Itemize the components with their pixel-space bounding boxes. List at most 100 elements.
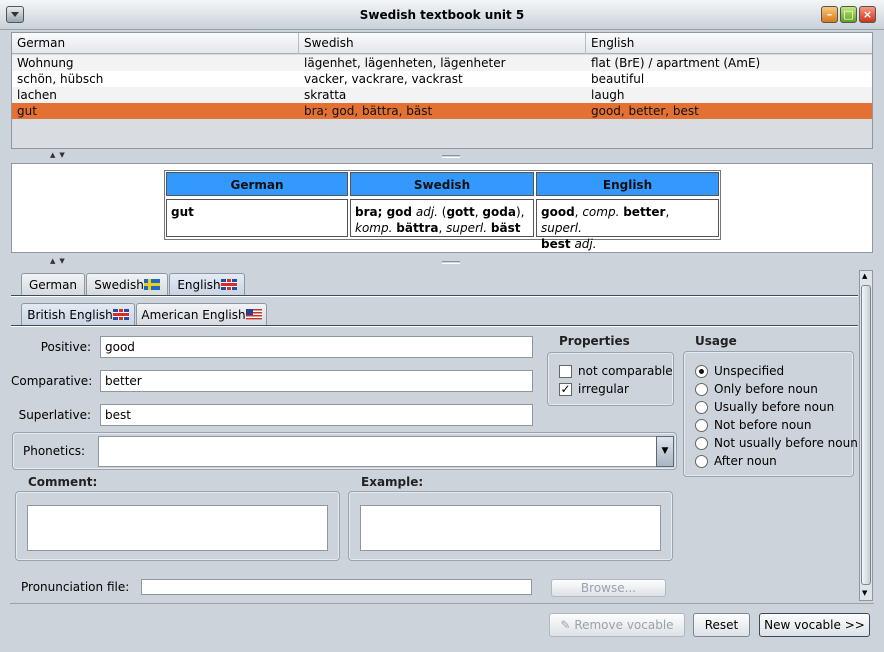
scroll-up-icon[interactable]: ▲ bbox=[862, 272, 867, 281]
cell-english: good, better, best bbox=[591, 104, 699, 118]
phonetics-combo[interactable] bbox=[98, 436, 657, 467]
scrollbar-thumb[interactable] bbox=[861, 285, 871, 585]
irregular-label: irregular bbox=[578, 382, 629, 396]
not-comparable-label: not comparable bbox=[578, 364, 673, 378]
cell-swedish: lägenhet, lägenheten, lägenheter bbox=[304, 56, 506, 70]
splitter-arrows-icon[interactable]: ▲▼ bbox=[50, 151, 69, 159]
minimize-button[interactable]: – bbox=[821, 6, 838, 23]
english-comparative: better bbox=[623, 205, 666, 219]
cell-german: Wohnung bbox=[17, 56, 74, 70]
splitter-bottom[interactable]: ▲▼ bbox=[10, 257, 874, 267]
superlative-field[interactable]: best bbox=[100, 404, 533, 426]
column-header-swedish[interactable]: Swedish bbox=[299, 33, 586, 54]
irregular-checkbox[interactable]: ✓ bbox=[559, 383, 572, 396]
uk-flag-icon bbox=[220, 279, 237, 290]
pronunciation-field[interactable] bbox=[141, 579, 532, 595]
window-menu-button[interactable] bbox=[6, 6, 24, 23]
usage-option-label: Usually before noun bbox=[714, 400, 835, 414]
usage-title: Usage bbox=[695, 334, 737, 348]
uk-flag-icon bbox=[112, 309, 129, 320]
remove-vocable-button[interactable]: ✎ Remove vocable bbox=[549, 613, 685, 637]
pos-label: adj. bbox=[415, 205, 438, 219]
phonetics-label: Phonetics: bbox=[23, 444, 86, 458]
positive-field[interactable]: good bbox=[100, 336, 533, 358]
vocabulary-table: German Swedish English Wohnung lägenhet,… bbox=[11, 32, 873, 149]
usage-radio-usually-before-noun[interactable] bbox=[695, 401, 708, 414]
table-row[interactable]: lachen skratta laugh bbox=[12, 87, 872, 103]
english-positive: good bbox=[541, 205, 575, 219]
vertical-scrollbar[interactable]: ▲ ▼ bbox=[859, 270, 873, 601]
tab-label: English bbox=[177, 278, 221, 292]
usage-radio-not-usually-before-noun[interactable] bbox=[695, 437, 708, 450]
usage-radio-only-before-noun[interactable] bbox=[695, 383, 708, 396]
close-button[interactable]: × bbox=[859, 6, 876, 23]
chevron-down-icon bbox=[11, 12, 19, 17]
properties-group bbox=[547, 352, 674, 406]
close-icon: × bbox=[862, 8, 873, 21]
usage-radio-unspecified[interactable] bbox=[695, 365, 708, 378]
comment-label: Comment: bbox=[28, 475, 98, 489]
cell-english: beautiful bbox=[591, 72, 645, 86]
eraser-icon: ✎ bbox=[560, 618, 571, 632]
preview-header-english: English bbox=[536, 172, 719, 196]
cell-german: gut bbox=[17, 104, 37, 118]
splitter-arrows-icon[interactable]: ▲▼ bbox=[50, 257, 69, 265]
swedish-base: bra; god bbox=[355, 205, 413, 219]
table-row[interactable]: Wohnung lägenhet, lägenheten, lägenheter… bbox=[12, 55, 872, 71]
bottom-divider bbox=[10, 603, 874, 604]
scroll-down-icon[interactable]: ▼ bbox=[862, 589, 867, 598]
pos-label: adj. bbox=[574, 237, 597, 251]
comment-textarea[interactable] bbox=[27, 505, 328, 551]
splitter-top[interactable]: ▲▼ bbox=[10, 151, 874, 161]
usage-option-label: Only before noun bbox=[714, 382, 818, 396]
us-flag-icon bbox=[245, 309, 262, 320]
pronunciation-label: Pronunciation file: bbox=[21, 580, 130, 594]
tab-english[interactable]: English bbox=[169, 273, 245, 296]
swedish-superlative: bäst bbox=[490, 221, 521, 235]
comp-label: comp. bbox=[582, 205, 620, 219]
browse-button[interactable]: Browse... bbox=[551, 579, 666, 597]
phonetics-dropdown-button[interactable]: ▼ bbox=[656, 436, 674, 467]
preview-cell-german: gut bbox=[166, 199, 348, 237]
example-label: Example: bbox=[361, 475, 424, 489]
preview-header-swedish: Swedish bbox=[350, 172, 534, 196]
properties-title: Properties bbox=[559, 334, 630, 348]
preview-header-german: German bbox=[166, 172, 348, 196]
tab-label: British English bbox=[27, 308, 113, 322]
reset-button[interactable]: Reset bbox=[693, 613, 750, 637]
tab-label: German bbox=[28, 278, 78, 292]
new-vocable-button[interactable]: New vocable >> bbox=[759, 613, 870, 637]
button-label: Remove vocable bbox=[574, 618, 674, 632]
usage-radio-after-noun[interactable] bbox=[695, 455, 708, 468]
usage-option-label: Not usually before noun bbox=[714, 436, 858, 450]
table-row[interactable]: schön, hübsch vacker, vackrare, vackrast… bbox=[12, 71, 872, 87]
cell-german: lachen bbox=[17, 88, 57, 102]
usage-option-label: Unspecified bbox=[714, 364, 785, 378]
komp-label: komp. bbox=[355, 221, 393, 235]
not-comparable-checkbox[interactable] bbox=[559, 365, 572, 378]
tab-british-english[interactable]: British English bbox=[21, 303, 135, 326]
tab-divider bbox=[11, 295, 858, 297]
chevron-down-icon: ▼ bbox=[661, 446, 669, 456]
column-header-english[interactable]: English bbox=[586, 33, 872, 54]
tab-swedish[interactable]: Swedish bbox=[86, 273, 168, 296]
column-header-german[interactable]: German bbox=[12, 33, 299, 54]
maximize-button[interactable]: □ bbox=[840, 6, 857, 23]
comparative-field[interactable]: better bbox=[100, 370, 533, 392]
preview-cell-swedish: bra; god adj. (gott, goda), komp. bättra… bbox=[350, 199, 534, 237]
splitter-grip[interactable] bbox=[442, 261, 460, 264]
superl-label: superl. bbox=[446, 221, 488, 235]
preview-panel: German Swedish English gut bra; god adj.… bbox=[11, 163, 873, 253]
tab-german[interactable]: German bbox=[21, 273, 85, 296]
tab-divider bbox=[11, 325, 858, 327]
table-row-selected[interactable]: gut bra; god, bättra, bäst good, better,… bbox=[12, 103, 872, 119]
swedish-comparative: bättra bbox=[396, 221, 439, 235]
preview-cell-english: good, comp. better, superl. best adj. bbox=[536, 199, 719, 251]
cell-english: flat (BrE) / apartment (AmE) bbox=[591, 56, 761, 70]
example-textarea[interactable] bbox=[360, 505, 661, 551]
splitter-grip[interactable] bbox=[442, 155, 460, 158]
cell-swedish: vacker, vackrare, vackrast bbox=[304, 72, 463, 86]
cell-swedish: skratta bbox=[304, 88, 347, 102]
usage-radio-not-before-noun[interactable] bbox=[695, 419, 708, 432]
tab-american-english[interactable]: American English bbox=[136, 303, 267, 326]
